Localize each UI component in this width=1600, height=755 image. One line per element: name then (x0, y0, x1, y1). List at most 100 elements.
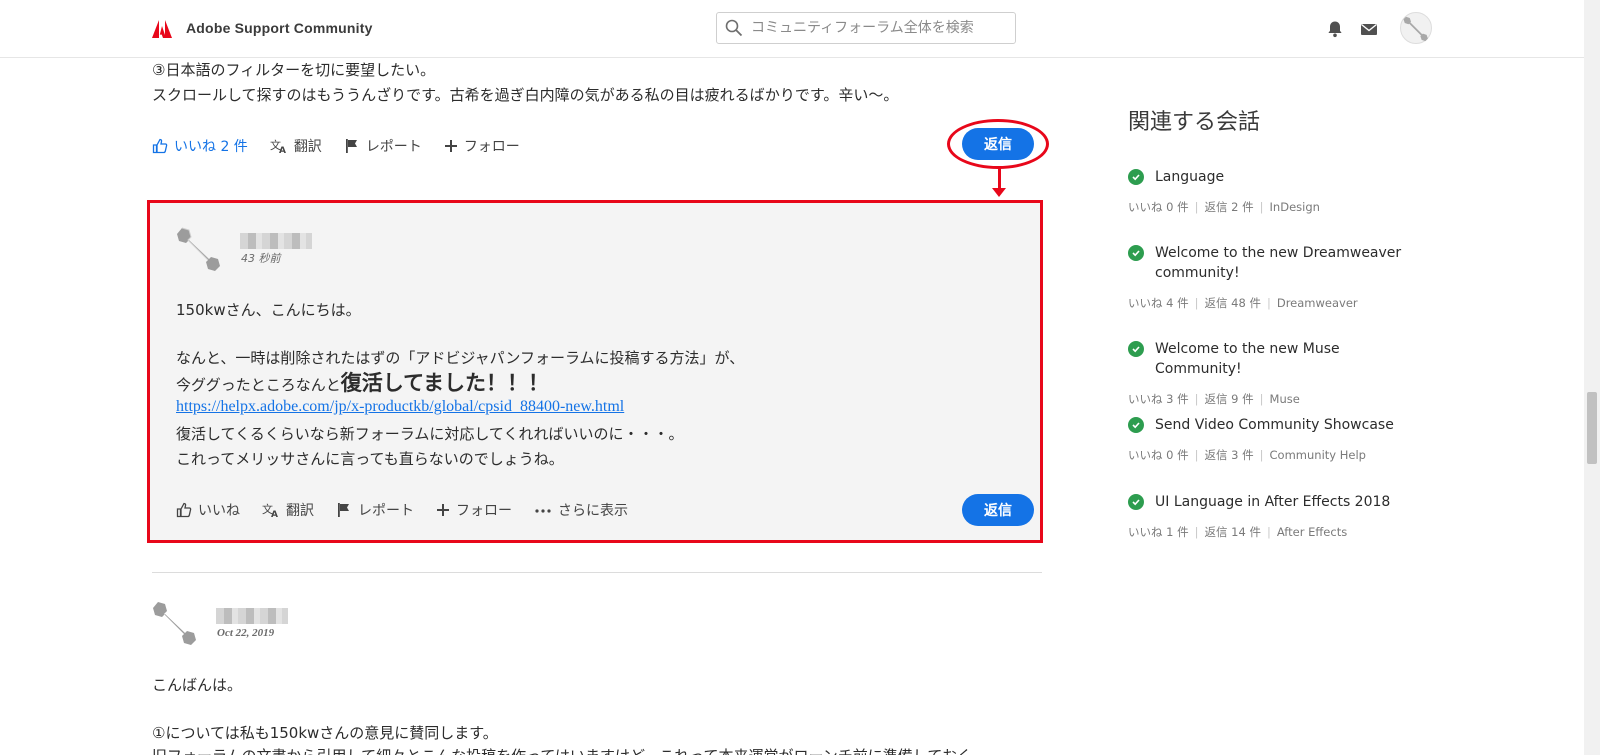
conversation-meta: いいね 0 件 | 返信 3 件 | Community Help (1128, 448, 1366, 462)
user-avatar[interactable] (1400, 12, 1432, 44)
svg-text:A: A (279, 146, 286, 154)
follow-button[interactable]: フォロー (444, 136, 520, 156)
check-icon (1128, 417, 1144, 433)
like-count: いいね 3 件 (1128, 392, 1189, 406)
reply-count: 返信 14 件 (1204, 525, 1261, 539)
conversation-meta: いいね 4 件 | 返信 48 件 | Dreamweaver (1128, 296, 1358, 310)
follow-label: フォロー (463, 139, 520, 155)
post-text-line: 旧フォーラムの文書から引用して細々とこんな投稿を作ってはいますけど、これって本来… (152, 744, 1042, 755)
conversation-title[interactable]: Welcome to the new Dreamweaver community… (1155, 243, 1428, 283)
mail-icon[interactable] (1360, 20, 1378, 38)
like-label: いいね 2 件 (174, 139, 248, 155)
follow-label: フォロー (456, 503, 512, 519)
annotation-arrow-head (992, 188, 1006, 197)
plus-icon (437, 504, 449, 516)
report-label: レポート (358, 503, 414, 519)
conversation-title[interactable]: UI Language in After Effects 2018 (1155, 492, 1390, 512)
search-icon (725, 19, 743, 37)
reply-count: 返信 48 件 (1204, 296, 1261, 310)
adobe-logo-icon[interactable] (152, 20, 172, 38)
related-conversation[interactable]: Welcome to the new Dreamweaver community… (1128, 243, 1428, 311)
body-text-line: 今ググったところなんと復活してました！！！ (176, 367, 549, 397)
ellipsis-icon (535, 509, 551, 513)
more-button[interactable]: さらに表示 (534, 500, 628, 520)
report-label: レポート (365, 139, 422, 155)
related-conversations-title: 関連する会話 (1128, 110, 1261, 135)
like-count: いいね 0 件 (1128, 200, 1189, 214)
like-count: いいね 4 件 (1128, 296, 1189, 310)
post-date: Oct 22, 2019 (217, 627, 275, 639)
related-conversation[interactable]: Send Video Community Showcase いいね 0 件 | 返信… (1128, 415, 1428, 463)
svg-text:A: A (271, 510, 278, 518)
check-icon (1128, 341, 1144, 357)
wrench-avatar-icon[interactable] (176, 224, 224, 272)
reply-actions: いいね 文 A 翻訳 レポート フォロー さらに表示 (176, 498, 650, 522)
board-name: Community Help (1269, 448, 1366, 462)
board-name: Dreamweaver (1276, 296, 1358, 310)
related-conversation[interactable]: UI Language in After Effects 2018 いいね 1 … (1128, 492, 1428, 540)
kb-link[interactable]: https://helpx.adobe.com/jp/x-productkb/g… (176, 398, 624, 416)
translate-icon: 文 A (270, 138, 286, 154)
author-name-blurred[interactable] (216, 608, 288, 624)
reply-button[interactable]: 返信 (962, 494, 1034, 526)
post-actions: いいね 2 件 文 A 翻訳 レポート フォロー (152, 134, 542, 158)
like-count: いいね 0 件 (1128, 448, 1189, 462)
conversation-title[interactable]: Welcome to the new Muse Community! (1155, 339, 1428, 379)
body-text: これってメリッサさんに言っても直らないのでしょうね。 (176, 450, 564, 468)
post-text-line: ①については私も150kwさんの意見に賛同します。 (152, 724, 498, 742)
post-time: 43 秒前 (241, 252, 281, 265)
conversation-meta: いいね 0 件 | 返信 2 件 | InDesign (1128, 200, 1320, 214)
body-text: 今ググったところなんと (176, 376, 341, 394)
post-text-line: ③日本語のフィルターを切に要望したい。 (152, 61, 436, 79)
related-conversation[interactable]: Welcome to the new Muse Community! いいね 3… (1128, 339, 1428, 407)
like-button[interactable]: いいね 2 件 (152, 136, 248, 156)
annotation-ellipse (947, 119, 1049, 169)
translate-label: 翻訳 (293, 139, 322, 155)
report-button[interactable]: レポート (336, 500, 414, 520)
body-text: なんと、一時は削除されたはずの「アドビジャパンフォーラムに投稿する方法」が、 (176, 349, 745, 367)
board-name: After Effects (1276, 525, 1348, 539)
reply-count: 返信 3 件 (1204, 448, 1254, 462)
follow-button[interactable]: フォロー (436, 500, 512, 520)
check-icon (1128, 169, 1144, 185)
translate-button[interactable]: 文 A 翻訳 (270, 136, 322, 156)
like-label: いいね (198, 503, 240, 519)
related-conversation[interactable]: Language いいね 0 件 | 返信 2 件 | InDesign (1128, 167, 1428, 215)
search-box[interactable] (716, 12, 1016, 44)
more-label: さらに表示 (558, 503, 628, 519)
brand-name[interactable]: Adobe Support Community (186, 20, 373, 36)
translate-button[interactable]: 文 A 翻訳 (262, 500, 314, 520)
scrollbar[interactable] (1584, 0, 1600, 755)
scrollbar-thumb[interactable] (1587, 392, 1597, 464)
conversation-meta: いいね 3 件 | 返信 9 件 | Muse (1128, 392, 1300, 406)
post-text-line: こんばんは。 (152, 676, 243, 694)
post-divider (152, 572, 1042, 573)
flag-icon (345, 139, 357, 153)
bell-icon[interactable] (1326, 20, 1344, 38)
reply-count: 返信 9 件 (1204, 392, 1254, 406)
translate-icon: 文 A (262, 502, 278, 518)
wrench-avatar-icon[interactable] (152, 598, 200, 646)
search-input[interactable] (751, 18, 1001, 38)
thumbs-up-icon (176, 502, 192, 518)
like-button[interactable]: いいね (176, 500, 240, 520)
greeting-text: 150kwさん、こんにちは。 (176, 301, 361, 319)
conversation-title[interactable]: Send Video Community Showcase (1155, 415, 1394, 435)
board-name: Muse (1269, 392, 1300, 406)
post-text-line: スクロールして探すのはもううんざりです。古希を過ぎ白内障の気がある私の目は疲れる… (152, 86, 899, 104)
author-name-blurred[interactable] (240, 233, 312, 249)
report-button[interactable]: レポート (344, 136, 422, 156)
conversation-meta: いいね 1 件 | 返信 14 件 | After Effects (1128, 525, 1348, 539)
thumbs-up-icon (152, 138, 168, 154)
body-text: 復活してくるくらいなら新フォーラムに対応してくれればいいのに・・・。 (176, 425, 684, 443)
emphasis-text: 復活してました！！！ (340, 371, 550, 395)
conversation-title[interactable]: Language (1155, 167, 1224, 187)
flag-icon (338, 503, 349, 517)
top-bar: Adobe Support Community (0, 0, 1584, 58)
reply-count: 返信 2 件 (1204, 200, 1254, 214)
board-name: InDesign (1269, 200, 1320, 214)
like-count: いいね 1 件 (1128, 525, 1189, 539)
plus-icon (444, 140, 457, 152)
check-icon (1128, 245, 1144, 261)
check-icon (1128, 494, 1144, 510)
